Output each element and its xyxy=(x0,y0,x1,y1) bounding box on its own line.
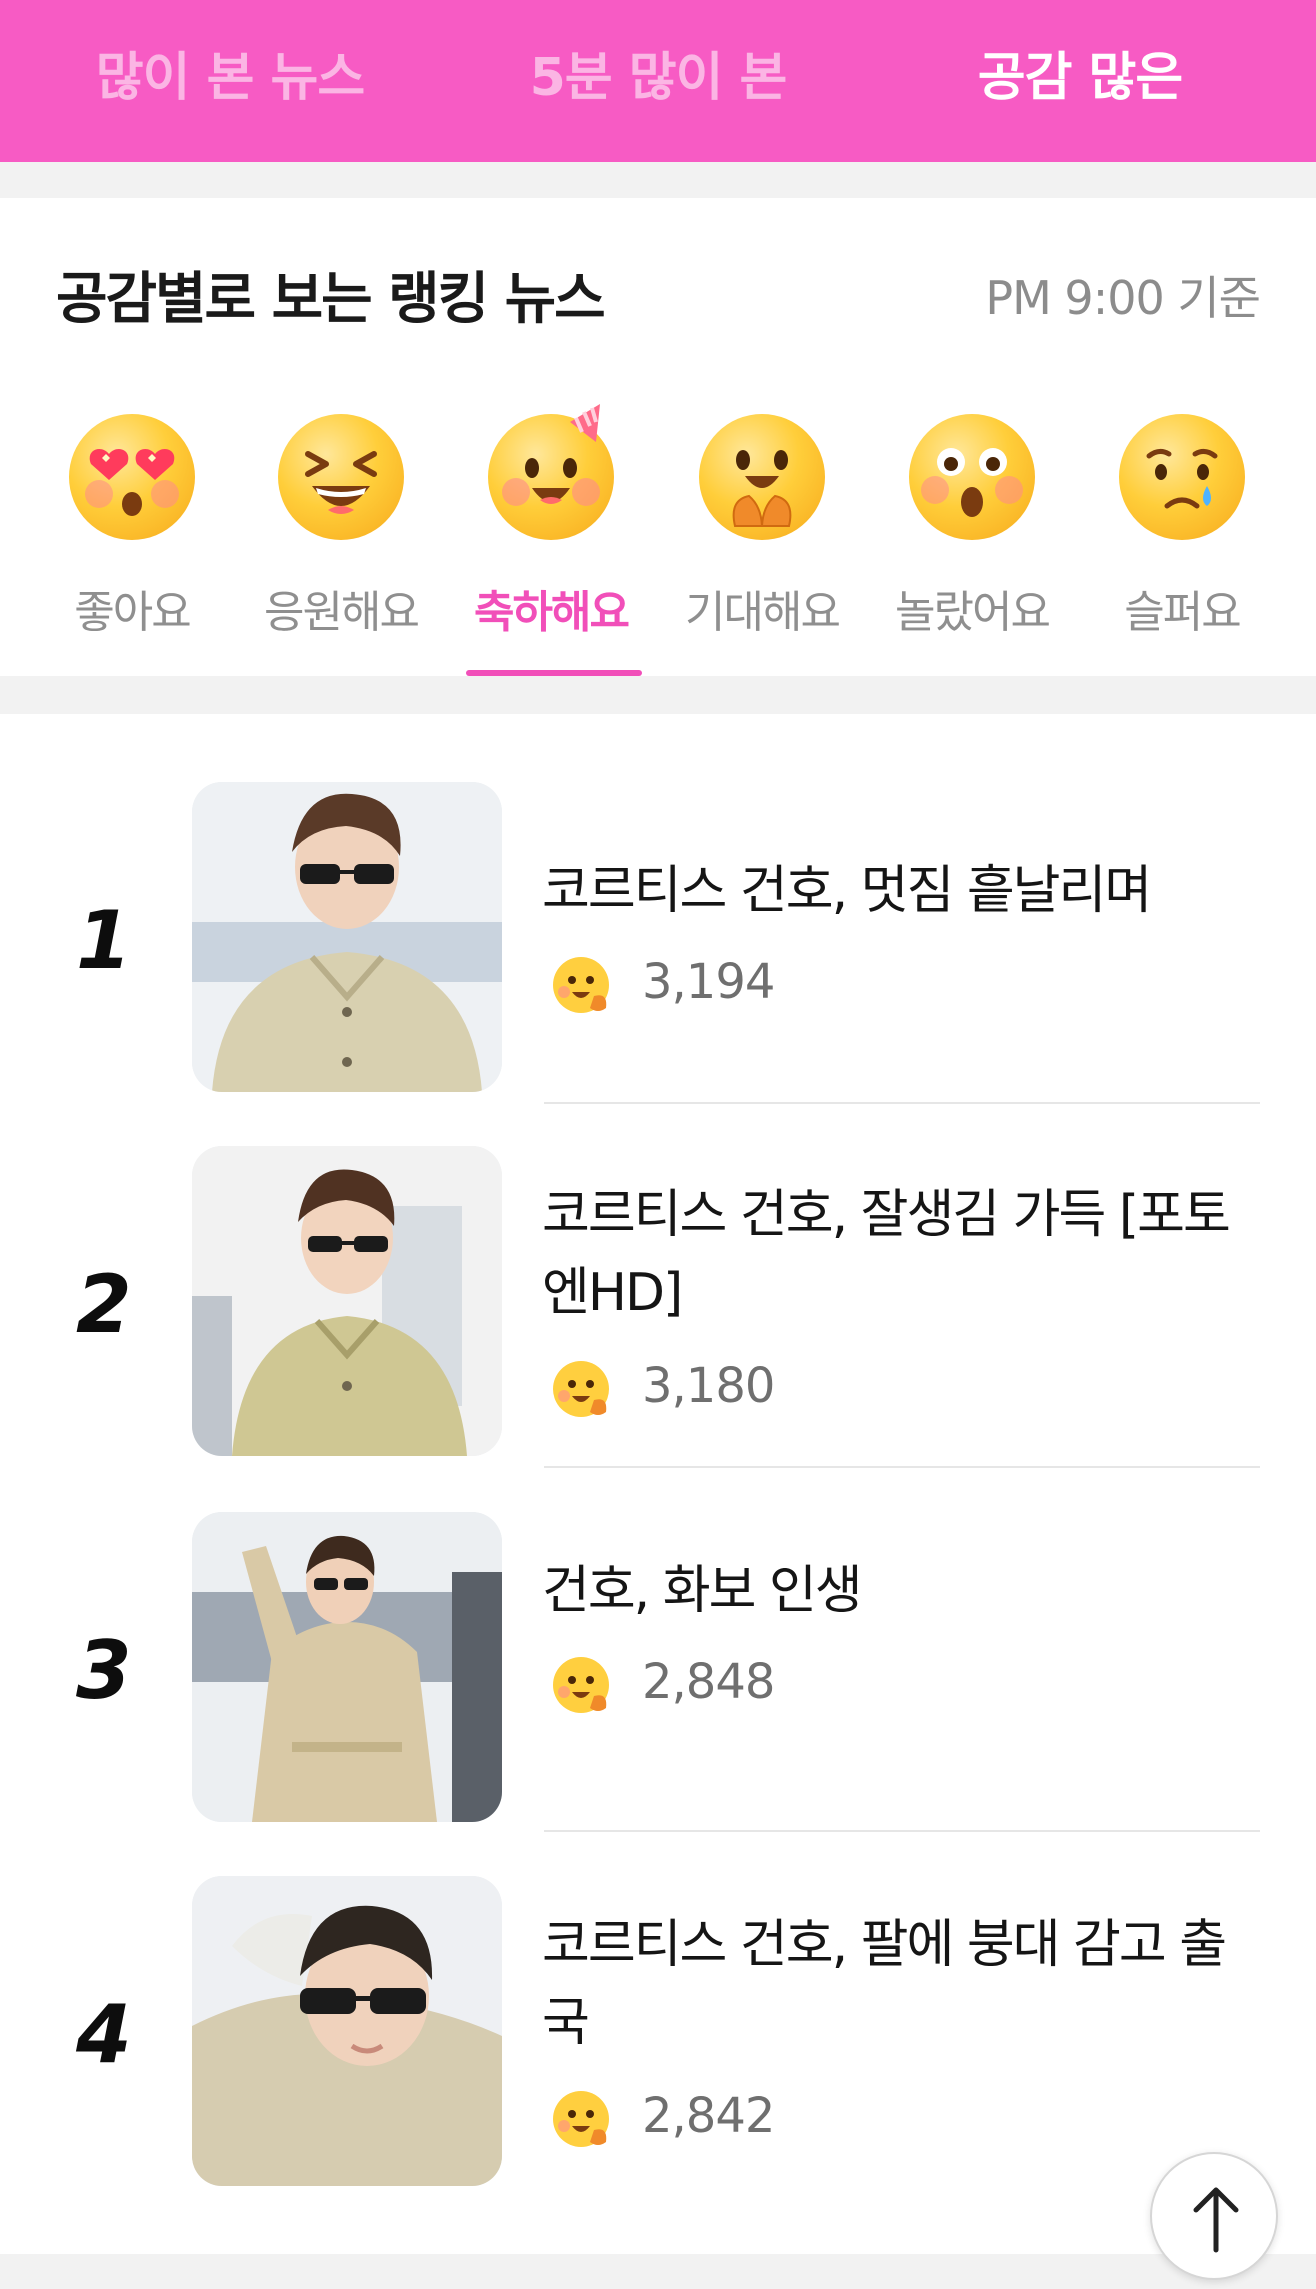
arrow-up-icon xyxy=(1193,2187,1239,2253)
party-emoji-icon xyxy=(488,404,614,540)
rank-number: 3 xyxy=(76,1624,132,1717)
article-headline[interactable]: 코르티스 건호, 잘생김 가득 [포토엔HD] xyxy=(542,1176,1262,1332)
reaction-count-value: 3,180 xyxy=(642,1358,775,1414)
laughing-emoji-icon xyxy=(278,414,404,540)
surprised-emoji-icon xyxy=(909,414,1035,540)
list-item[interactable]: 2 코르티스 건호, 잘생김 가득 [포토엔HD] 3,180 xyxy=(0,1146,1316,1456)
emotion-tab-surprised[interactable]: 놀랐어요 xyxy=(882,414,1062,676)
rank-number: 1 xyxy=(76,894,132,987)
emotion-tab-expect[interactable]: 기대해요 xyxy=(672,414,852,676)
ranking-list: 1 코르티스 건호, 멋짐 흩날리며 3,194 2 코르티스 건호, 잘생김 … xyxy=(0,714,1316,2254)
active-tab-indicator xyxy=(466,670,642,676)
heart-eyes-emoji-icon xyxy=(69,414,195,540)
party-emoji-icon xyxy=(553,957,609,1013)
emotion-tab-congrats[interactable]: 축하해요 xyxy=(461,404,641,676)
emotion-label: 축하해요 xyxy=(474,587,630,638)
article-headline[interactable]: 코르티스 건호, 팔에 붕대 감고 출국 xyxy=(542,1906,1262,2062)
divider xyxy=(544,1466,1260,1468)
tab-most-viewed[interactable]: 많이 본 뉴스 xyxy=(60,42,400,114)
ranking-basis-time: PM 9:00 기준 xyxy=(985,271,1261,325)
emotion-tab-like[interactable]: 좋아요 xyxy=(42,414,222,676)
emotion-label: 응원해요 xyxy=(264,587,420,638)
party-emoji-icon xyxy=(553,2091,609,2147)
party-emoji-icon xyxy=(553,1657,609,1713)
list-item[interactable]: 1 코르티스 건호, 멋짐 흩날리며 3,194 xyxy=(0,782,1316,1092)
emotion-tab-sad[interactable]: 슬퍼요 xyxy=(1092,414,1272,676)
section-title: 공감별로 보는 랭킹 뉴스 xyxy=(56,267,606,332)
reaction-count-value: 2,848 xyxy=(642,1654,775,1710)
emotion-label: 좋아요 xyxy=(74,587,191,638)
scroll-top-button[interactable] xyxy=(1150,2152,1278,2280)
top-tab-bar: 많이 본 뉴스 5분 많이 본 공감 많은 xyxy=(0,0,1316,162)
divider xyxy=(544,1102,1260,1104)
article-headline[interactable]: 코르티스 건호, 멋짐 흩날리며 xyxy=(542,852,1262,930)
hopeful-emoji-icon xyxy=(699,414,825,540)
rank-number: 2 xyxy=(76,1258,132,1351)
article-thumbnail[interactable] xyxy=(192,1146,502,1456)
list-item[interactable]: 4 코르티스 건호, 팔에 붕대 감고 출국 2,842 xyxy=(0,1876,1316,2186)
tab-most-empathized[interactable]: 공감 많은 xyxy=(910,42,1250,114)
article-thumbnail[interactable] xyxy=(192,1876,502,2186)
sad-emoji-icon xyxy=(1119,414,1245,540)
tab-5min-most-viewed[interactable]: 5분 많이 본 xyxy=(488,42,828,114)
article-thumbnail[interactable] xyxy=(192,782,502,1092)
list-item[interactable]: 3 건호, 화보 인생 2,848 xyxy=(0,1512,1316,1822)
emotion-label: 슬퍼요 xyxy=(1124,587,1241,638)
emotion-label: 놀랐어요 xyxy=(895,587,1051,638)
emotion-label: 기대해요 xyxy=(685,587,841,638)
reaction-count-value: 3,194 xyxy=(642,954,775,1010)
article-headline[interactable]: 건호, 화보 인생 xyxy=(542,1552,1262,1630)
rank-number: 4 xyxy=(76,1988,132,2081)
emotion-ranking-header: 공감별로 보는 랭킹 뉴스 PM 9:00 기준 좋아요 응원해요 축하해요 기… xyxy=(0,198,1316,676)
party-emoji-icon xyxy=(553,1361,609,1417)
reaction-count-value: 2,842 xyxy=(642,2088,775,2144)
divider xyxy=(544,1830,1260,1832)
article-thumbnail[interactable] xyxy=(192,1512,502,1822)
emotion-tab-cheer[interactable]: 응원해요 xyxy=(251,414,431,676)
